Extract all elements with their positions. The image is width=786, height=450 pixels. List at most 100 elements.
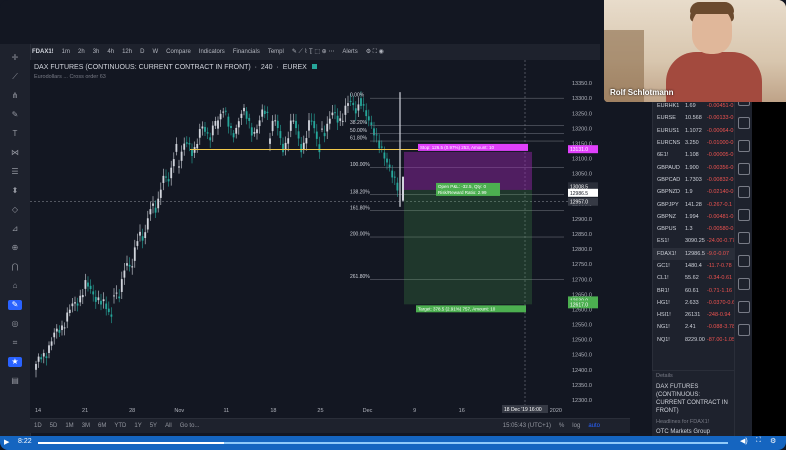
range-all[interactable]: All [165, 423, 172, 429]
watchlist-row[interactable]: NQ1! 8229.00 -87.00 -1.05 [653, 334, 735, 346]
watchlist-row[interactable]: GBPNZ 1.994 -0.00481 -0. [653, 211, 735, 223]
watchlist-row[interactable]: GBPCAD 1.7303 -0.00832 -0. [653, 174, 735, 186]
candle-body [313, 121, 316, 129]
target-zone[interactable] [404, 189, 532, 305]
interval-2h[interactable]: 2h [78, 49, 85, 55]
log-toggle[interactable]: log [572, 423, 580, 429]
pattern-icon[interactable]: ⋈ [8, 148, 22, 158]
candle-body [253, 132, 256, 134]
trendline-icon[interactable]: ⟋ [8, 72, 22, 82]
pitchfork-icon[interactable]: ⋔ [8, 91, 22, 101]
range-5d[interactable]: 5D [50, 423, 58, 429]
shapes-icon[interactable]: ◇ [8, 205, 22, 215]
data-window-icon[interactable] [738, 117, 750, 129]
compare-button[interactable]: Compare [166, 49, 191, 55]
candle-body [347, 103, 349, 106]
volume-icon[interactable]: ◀) [740, 437, 748, 445]
hotlist-icon[interactable] [738, 140, 750, 152]
candle-body [84, 280, 87, 289]
y-tick-label: 12300.0 [572, 398, 592, 404]
play-icon[interactable]: ▶ [4, 438, 9, 446]
watchlist-row[interactable]: GBPJPY 141.28 -0.267 -0.1 [653, 198, 735, 210]
range-3m[interactable]: 3M [82, 423, 90, 429]
interval-w[interactable]: W [152, 49, 158, 55]
financials-button[interactable]: Financials [233, 49, 260, 55]
watchlist-row[interactable]: ES1! 3090.25 -24.00 -0.77 [653, 235, 735, 247]
watchlist-row[interactable]: EURSE 10.568 -0.00133 -0. [653, 112, 735, 124]
headlines-link[interactable]: Headlines for FDAX1! [652, 417, 734, 427]
watchlist-row[interactable]: GC1! 1480.4 -11.7 -0.78 [653, 260, 735, 272]
interval-3h[interactable]: 3h [93, 49, 100, 55]
range-1y[interactable]: 1Y [134, 423, 141, 429]
magnet-icon[interactable]: ⋂ [8, 262, 22, 272]
lock-icon[interactable]: ⌂ [8, 281, 22, 291]
order-panel-icon[interactable] [738, 278, 750, 290]
stay-in-drawing-icon[interactable]: ✎ [8, 300, 22, 310]
templates-button[interactable]: Templ [268, 49, 284, 55]
streams-icon[interactable] [738, 232, 750, 244]
alerts-button[interactable]: Alerts [342, 49, 357, 55]
range-1m[interactable]: 1M [65, 423, 73, 429]
range-1d[interactable]: 1D [34, 423, 42, 429]
y-tick-label: 12800.0 [572, 247, 592, 253]
settings-icon[interactable]: ⚙ ⛶ ◉ [366, 48, 384, 56]
interval-4h[interactable]: 4h [107, 49, 114, 55]
interval-12h[interactable]: 12h [122, 49, 132, 55]
favorites-icon[interactable]: ★ [8, 357, 22, 367]
crosshair-icon[interactable]: ✛ [8, 53, 22, 63]
watchlist-row[interactable]: GBPNZD 1.9 -0.02140 -0. [653, 186, 735, 198]
watchlist-row[interactable]: NG1! 2.41 -0.088 -3.78 [653, 321, 735, 333]
y-tick-label: 13250.0 [572, 111, 592, 117]
watchlist-row[interactable]: FDAX1! 12986.5 -9.0 -0.07 [653, 247, 735, 260]
range-6m[interactable]: 6M [98, 423, 106, 429]
y-tick-label: 13050.0 [572, 172, 592, 178]
candle-body [380, 146, 383, 148]
candle-body [136, 241, 139, 246]
ruler-icon[interactable]: ⊿ [8, 224, 22, 234]
forecast-icon[interactable]: ⬍ [8, 186, 22, 196]
watchlist-row[interactable]: BR1! 60.61 -0.71 -1.16 [653, 284, 735, 296]
fib-icon[interactable]: ☰ [8, 167, 22, 177]
drawing-tools-icon[interactable]: ✎ ⟋ ⌇ Ṯ ⬚ ⊕ ⋯ [292, 48, 335, 56]
watchlist-change: -0.00356 [706, 164, 729, 171]
range-5y[interactable]: 5Y [150, 423, 157, 429]
auto-toggle[interactable]: auto [588, 423, 600, 429]
watchlist-row[interactable]: HSI1! 26131 -248 -0.94 [653, 309, 735, 321]
dom-icon[interactable] [738, 301, 750, 313]
price-chart[interactable]: 13350.013300.013250.013200.013150.013100… [30, 60, 600, 426]
trash-icon[interactable]: ▤ [8, 376, 22, 386]
watchlist-row[interactable]: 6E1! 1.108 -0.00005 -0. [653, 149, 735, 161]
chart-interval: 240 [260, 64, 273, 71]
zoom-icon[interactable]: ⊕ [8, 243, 22, 253]
indicators-button[interactable]: Indicators [199, 49, 225, 55]
watchlist-symbol: NG1! [657, 324, 670, 331]
watchlist-row[interactable]: EURUS1 1.1072 -0.00064 -0. [653, 125, 735, 137]
fullscreen-icon[interactable]: ⛶ [756, 437, 761, 445]
eye-icon[interactable]: ◎ [8, 319, 22, 329]
notifications-icon[interactable] [738, 255, 750, 267]
candle-body [365, 110, 368, 117]
watchlist-symbol: ES1! [657, 238, 669, 245]
interval-1m[interactable]: 1m [62, 49, 70, 55]
settings-gear-icon[interactable]: ⚙ [770, 437, 776, 445]
watchlist-row[interactable]: GBPAUD 1.900 -0.00356 -0. [653, 161, 735, 173]
candle-body [245, 111, 248, 119]
calendar-icon[interactable] [738, 163, 750, 175]
range-ytd[interactable]: YTD [114, 423, 126, 429]
text-icon[interactable]: T [8, 129, 22, 139]
watchlist-row[interactable]: CL1! 55.62 -0.34 -0.61 [653, 272, 735, 284]
watchlist-row[interactable]: HG1! 2.633 -0.0370 -0.6 [653, 297, 735, 309]
link-icon[interactable]: ⌗ [8, 338, 22, 348]
help-icon[interactable] [738, 324, 750, 336]
watchlist-row[interactable]: GBPUS 1.3 -0.00580 -0. [653, 223, 735, 235]
watchlist-row[interactable]: EURCNS 3.250 -0.01000 -0. [653, 137, 735, 149]
interval-d[interactable]: D [140, 49, 144, 55]
brush-icon[interactable]: ✎ [8, 110, 22, 120]
goto-button[interactable]: Go to... [180, 423, 200, 429]
chat-icon[interactable] [738, 209, 750, 221]
candle-body [305, 138, 308, 144]
candle-body [297, 131, 300, 139]
percent-toggle[interactable]: % [559, 423, 564, 429]
symbol-search-button[interactable]: FDAX1! [32, 49, 54, 55]
ideas-icon[interactable] [738, 186, 750, 198]
